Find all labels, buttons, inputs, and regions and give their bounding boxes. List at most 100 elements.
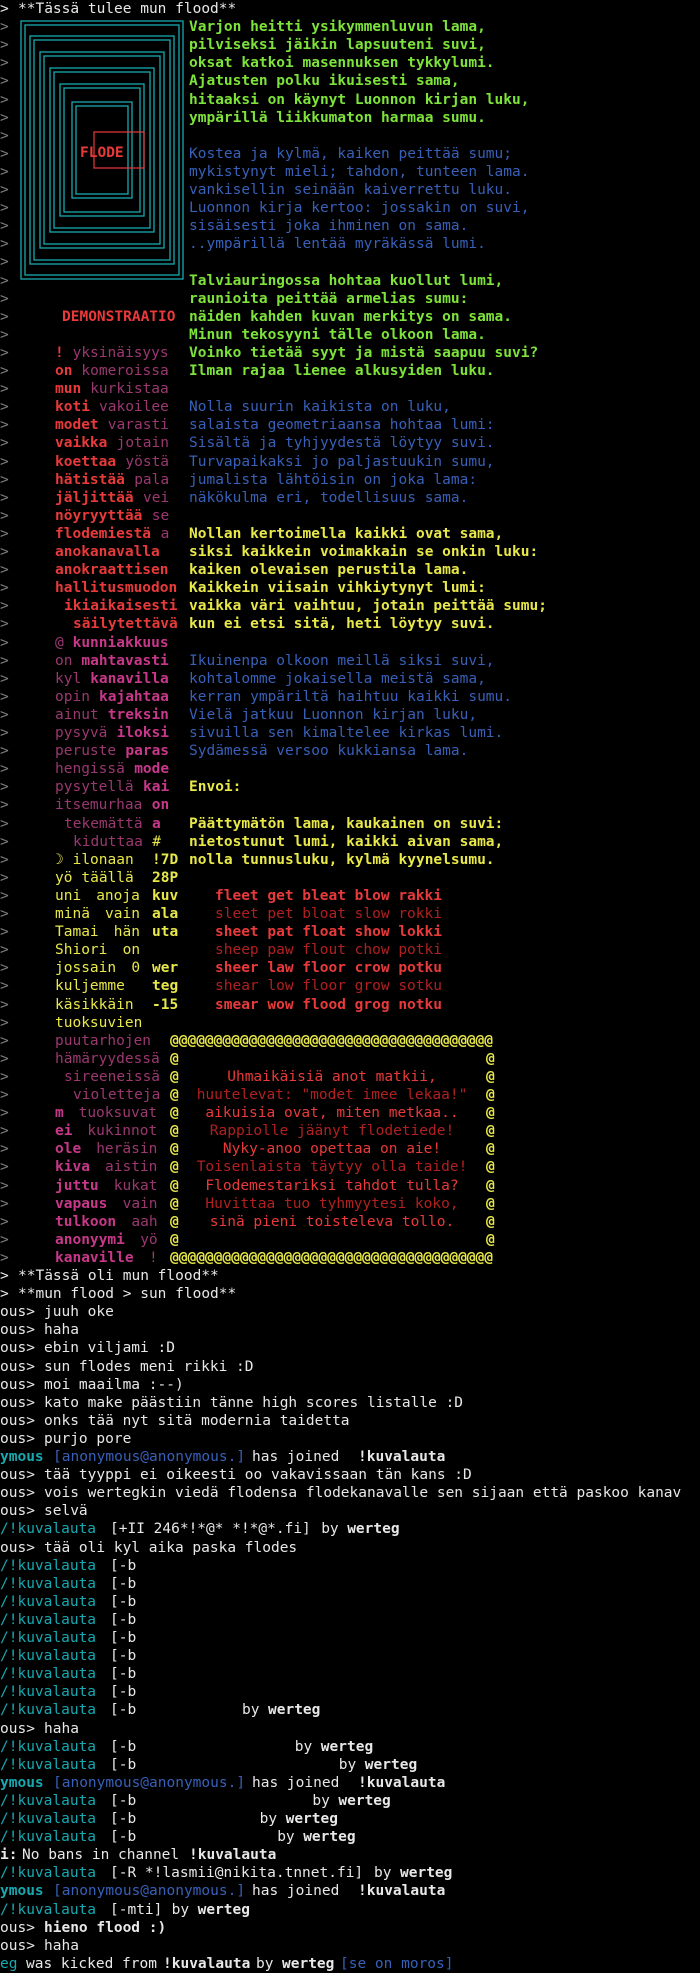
prompt-gt: > bbox=[0, 688, 9, 705]
irc-nick: ous> bbox=[0, 1485, 35, 1502]
irc-nick: ous> bbox=[0, 1304, 35, 1321]
irc-message: kato make päästiin tänne high scores lis… bbox=[44, 1394, 464, 1411]
irc-line: ous> haha bbox=[0, 1720, 700, 1738]
box-left-word: puutarhojen bbox=[55, 1032, 152, 1049]
flood-line: > Envoi: pysytellä kai bbox=[0, 778, 700, 796]
irc-nick: ous> bbox=[0, 1467, 35, 1484]
left-word: on bbox=[151, 797, 170, 814]
irc-line: /!kuvalauta [-b bbox=[0, 1611, 700, 1629]
poem-line: Envoi: bbox=[189, 779, 242, 796]
irc-by: by bbox=[259, 1811, 278, 1827]
prompt-gt: > bbox=[0, 580, 9, 597]
poem-line: jumalista lähtöisin on joka lama: bbox=[189, 471, 478, 488]
irc-mode: [-b bbox=[110, 1684, 137, 1701]
irc-channel: !kuvalauta bbox=[358, 1449, 446, 1465]
at-box-edge: @ bbox=[170, 1068, 179, 1085]
poem-line: kohtalomme jokaisella meistä sama, bbox=[189, 670, 486, 687]
left-word: @ bbox=[55, 634, 64, 651]
box-left-word: anonyymi bbox=[55, 1231, 125, 1248]
left-word: kurkistaa bbox=[90, 381, 169, 398]
at-box-text: aikuisia ovat, miten metkaa.. bbox=[205, 1105, 459, 1122]
prompt-gt: > bbox=[0, 544, 9, 560]
irc-line: /!kuvalauta [-mti] by werteg bbox=[0, 1901, 700, 1919]
flood-line: > kuljemme teg shear low floor grow sotku bbox=[0, 977, 700, 995]
irc-mode: [-b bbox=[110, 1702, 137, 1719]
left-word: peruste bbox=[55, 743, 117, 760]
flood-line: > m tuoksuvat @ @ aikuisia ovat, miten metkaa… bbox=[0, 1104, 700, 1122]
irc-nick: ous> bbox=[0, 1322, 35, 1339]
box-left-word: m bbox=[55, 1105, 64, 1122]
left-word: ainut bbox=[55, 706, 99, 723]
irc-message: tää tyyppi ei oikeesti oo vakavissaan tä… bbox=[44, 1467, 472, 1484]
irc-by: by bbox=[242, 1702, 260, 1719]
left-word: hengissä bbox=[55, 761, 125, 778]
irc-message: juuh oke bbox=[44, 1304, 114, 1321]
prompt-gt: > bbox=[0, 182, 9, 198]
prompt-gt: > bbox=[0, 797, 9, 814]
left-word: mahtavasti bbox=[81, 652, 169, 669]
prompt-gt: > bbox=[0, 381, 9, 398]
prompt-gt: > bbox=[0, 598, 9, 615]
poem-line: sivuilla sen kimaltelee kirkas lumi. bbox=[189, 725, 504, 741]
left-word: opin bbox=[55, 688, 90, 705]
irc-info-text: No bans in channel bbox=[22, 1847, 180, 1864]
irc-join-text: has joined bbox=[252, 1883, 340, 1900]
irc-message: purjo pore bbox=[44, 1430, 132, 1447]
poem-line: vaikka väri vaihtuu, jotain peittää sumu… bbox=[189, 598, 547, 615]
irc-nick: ous> bbox=[0, 1376, 35, 1393]
at-box-text: Toisenlaista täytyy olla taide! bbox=[196, 1159, 468, 1176]
irc-mode: [-b bbox=[110, 1829, 137, 1846]
prompt-gt: > bbox=[0, 200, 9, 217]
irc-line: /!kuvalauta [-b by werteg bbox=[0, 1828, 700, 1846]
left-word: ! bbox=[55, 344, 64, 361]
prompt-gt: > bbox=[0, 887, 9, 904]
irc-mode-channel: /!kuvalauta bbox=[0, 1684, 97, 1701]
at-box-text: huutelevat: "modet imee lekaa!" bbox=[196, 1087, 468, 1103]
flood-line: > nöyryyttää se bbox=[0, 507, 700, 525]
irc-mode: [-b bbox=[110, 1611, 137, 1628]
flood-line: > raunioita peittää armelias sumu: bbox=[0, 290, 700, 308]
at-box-edge: @ bbox=[486, 1068, 495, 1085]
prompt-gt: > bbox=[0, 453, 9, 470]
left-word: kiduttaa bbox=[73, 833, 143, 850]
flood-line: > itsemurhaa on bbox=[0, 796, 700, 814]
poem-line: ..ympärillä lentää myräkässä lumi. bbox=[189, 236, 486, 253]
irc-nick: ous> bbox=[0, 1937, 35, 1954]
irc-by: by bbox=[277, 1829, 295, 1846]
box-left-word: kukinnot bbox=[87, 1123, 158, 1140]
irc-message: onks tää nyt sitä modernia taidetta bbox=[44, 1412, 350, 1429]
flood-line: > Päättymätön lama, kaukainen on suvi: tek… bbox=[0, 815, 700, 833]
score-word: uni bbox=[55, 887, 82, 904]
irc-line: /!kuvalauta [-b by werteg bbox=[0, 1701, 700, 1719]
at-box-text: Flodemestariksi tahdot tulla? bbox=[205, 1177, 459, 1194]
left-word: jäljittää bbox=[55, 489, 134, 506]
prompt-gt: > bbox=[0, 91, 9, 108]
at-box-edge: @ bbox=[486, 1213, 495, 1230]
box-left-word: ei bbox=[55, 1123, 73, 1140]
box-left-word: ole bbox=[55, 1141, 82, 1158]
flood-line: > näkökulma eri, todellisuus sama. jäljitt… bbox=[0, 489, 700, 507]
prompt-gt: > bbox=[0, 996, 9, 1013]
word-grid-line: smear wow flood grog notku bbox=[215, 996, 442, 1013]
at-box-edge: @ bbox=[170, 1105, 179, 1122]
prompt-gt: > bbox=[0, 1177, 9, 1194]
at-box-text: Rappiolle jäänyt flodetiede! bbox=[209, 1123, 455, 1140]
irc-line: ymous [anonymous@anonymous.] has joined !ku… bbox=[0, 1448, 700, 1466]
flood-header: **Tässä tulee mun flood** bbox=[18, 1, 237, 17]
left-word: varasti bbox=[107, 417, 169, 434]
irc-line: ous> juuh oke bbox=[0, 1303, 700, 1321]
left-word: mode bbox=[134, 761, 170, 778]
irc-nick: ous> bbox=[0, 1358, 35, 1375]
left-word: vei bbox=[143, 489, 170, 506]
irc-by: by bbox=[294, 1738, 313, 1755]
left-word: flodemiestä bbox=[55, 525, 152, 542]
score-word: jossain bbox=[55, 960, 117, 977]
score-value: uta bbox=[152, 924, 179, 941]
prompt-gt: > bbox=[0, 163, 9, 180]
prompt-gt: > bbox=[0, 761, 9, 778]
irc-kick-reason: [se on moros] bbox=[340, 1955, 454, 1972]
left-word: kajahtaa bbox=[99, 688, 169, 705]
prompt-gt: > bbox=[0, 978, 9, 995]
irc-join-nick: ymous bbox=[0, 1774, 44, 1791]
flood-line: > anonyymi yö @ @ bbox=[0, 1231, 700, 1249]
